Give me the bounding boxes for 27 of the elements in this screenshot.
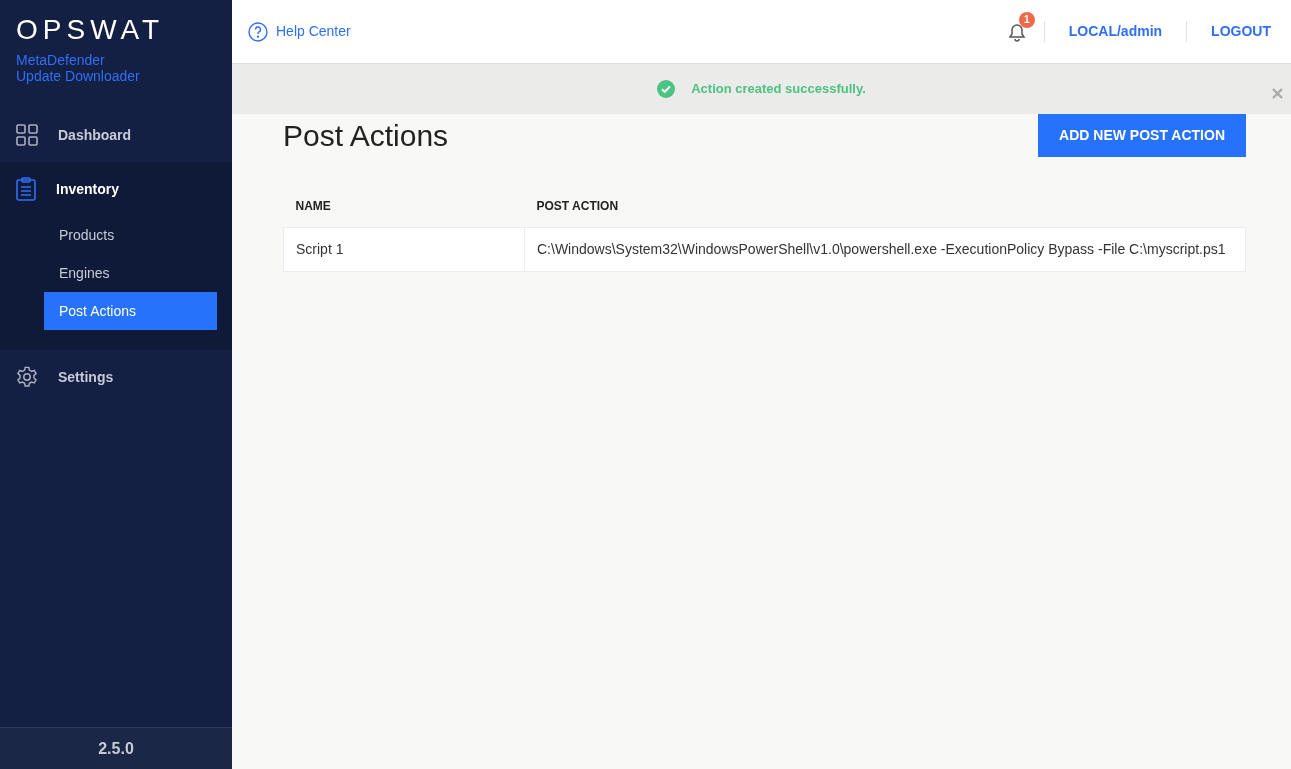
help-icon [248, 21, 268, 42]
nav-subitem[interactable]: Engines [44, 254, 217, 292]
column-header: NAME [283, 185, 525, 228]
table-cell: C:\Windows\System32\WindowsPowerShell\v1.0\powershell.exe -ExecutionPolicy Bypass -File C:\myscript.ps1 [524, 227, 1246, 272]
success-icon [657, 80, 676, 98]
logo: OPSWAT [16, 16, 166, 44]
column-header: POST ACTION [524, 185, 1246, 228]
grid-icon [16, 124, 38, 146]
add-post-action-button[interactable]: ADD NEW POST ACTION [1038, 114, 1246, 157]
clipboard-icon [16, 177, 36, 201]
page-title: Post Actions [283, 118, 449, 154]
nav-subitem[interactable]: Products [44, 216, 217, 254]
notification-count: 1 [1018, 12, 1035, 29]
version-label: 2.5.0 [0, 727, 232, 769]
nav-item[interactable]: Settings [0, 350, 232, 404]
user-link[interactable]: LOCAL/admin [1043, 21, 1187, 42]
nav-subitem[interactable]: Post Actions [44, 292, 217, 330]
help-center-link[interactable]: Help Center [248, 21, 351, 42]
table-cell: Script 1 [283, 227, 525, 272]
close-icon [1272, 88, 1283, 100]
nav-item[interactable]: Inventory [0, 162, 232, 216]
product-name: MetaDefender [16, 52, 106, 68]
nav-item[interactable]: Dashboard [0, 108, 232, 162]
product-subtitle: Update Downloader [16, 68, 141, 84]
alert-message: Action created successfully. [691, 80, 866, 99]
settings-icon [16, 366, 38, 388]
logout-link[interactable]: LOGOUT [1186, 21, 1275, 42]
